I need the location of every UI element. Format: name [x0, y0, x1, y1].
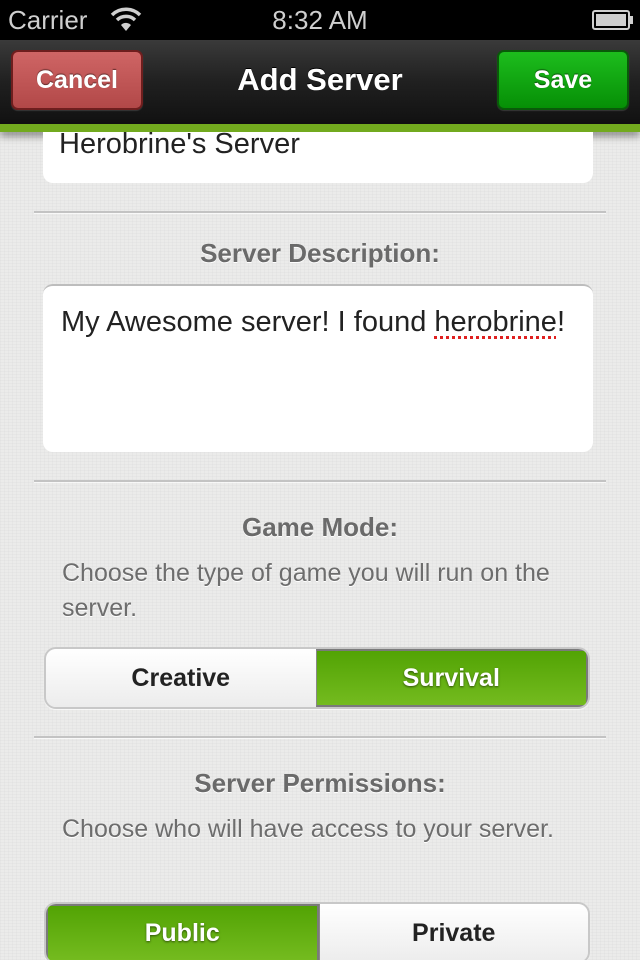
divider	[34, 736, 606, 738]
save-button[interactable]: Save	[497, 50, 629, 110]
segment-public[interactable]: Public	[46, 904, 319, 960]
battery-full-icon	[592, 10, 633, 30]
segment-creative[interactable]: Creative	[46, 649, 316, 707]
description-label: Server Description:	[200, 238, 440, 268]
game-mode-segmented-control: Creative Survival	[44, 647, 590, 709]
misspelled-word[interactable]: herobrine	[434, 306, 557, 338]
game-mode-description: Choose the type of game you will run on …	[62, 559, 550, 622]
navigation-bar: Cancel Add Server Save	[0, 40, 640, 132]
status-bar: Carrier 8:32 AM	[0, 0, 640, 40]
form-content: Herobrine's Server Server Description: M…	[0, 132, 640, 960]
description-text: My Awesome server! I found	[61, 306, 435, 338]
description-textarea[interactable]: My Awesome server! I found herobrine!	[43, 284, 593, 452]
divider	[34, 211, 606, 213]
clock: 8:32 AM	[272, 5, 368, 35]
divider	[34, 480, 606, 482]
server-name-input[interactable]: Herobrine's Server	[43, 132, 593, 183]
permissions-segmented-control: Public Private	[44, 902, 590, 960]
segment-survival[interactable]: Survival	[315, 649, 588, 707]
segment-private[interactable]: Private	[318, 904, 588, 960]
permissions-description: Choose who will have access to your serv…	[62, 815, 554, 843]
description-text-end: !	[556, 306, 565, 338]
game-mode-label: Game Mode:	[241, 512, 399, 542]
permissions-label: Server Permissions:	[194, 768, 446, 798]
